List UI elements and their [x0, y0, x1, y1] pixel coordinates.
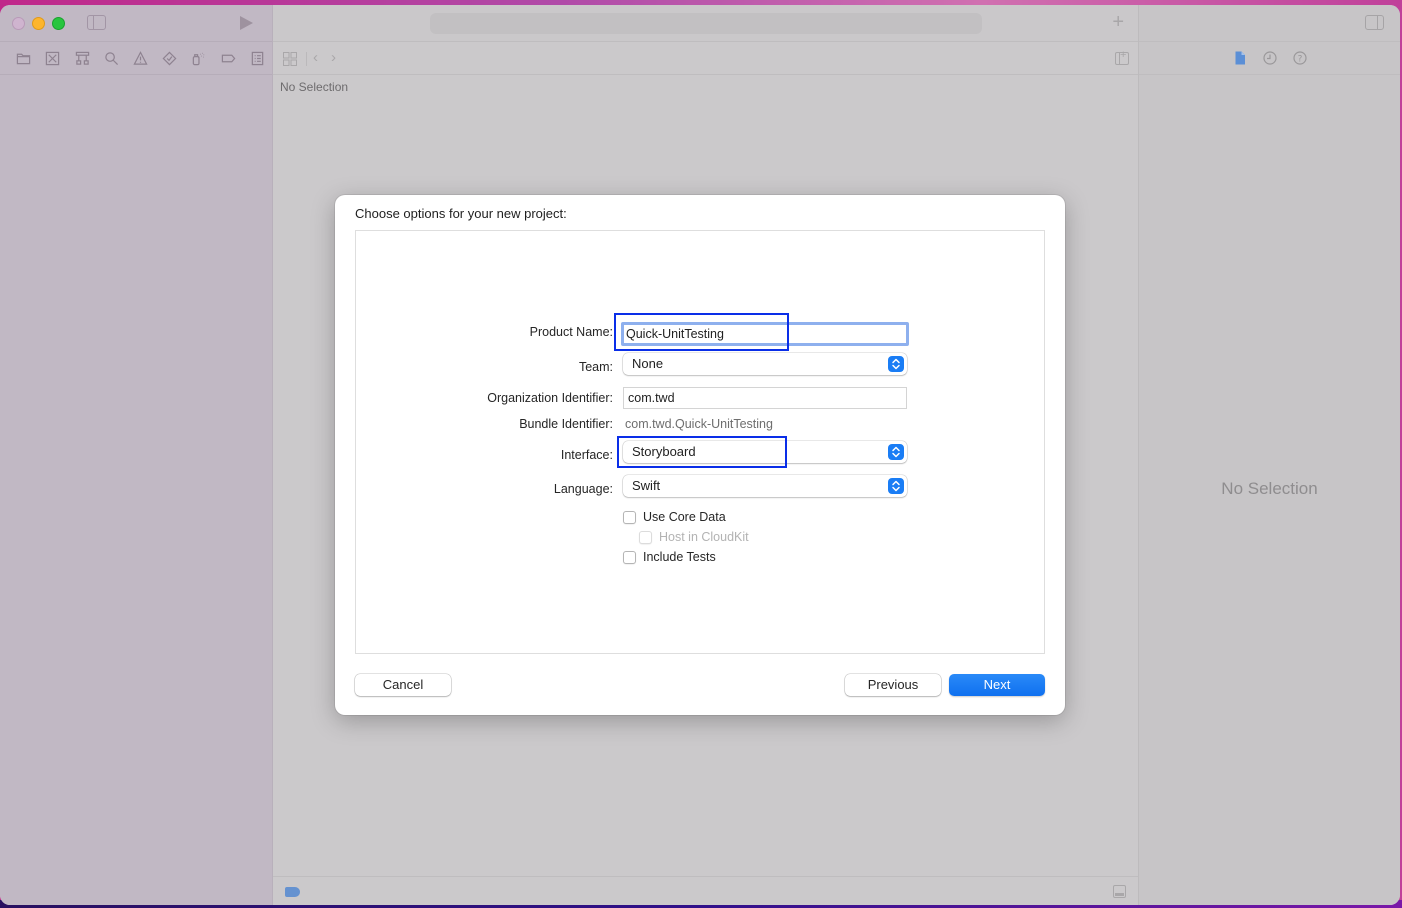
interface-popup[interactable]: Storyboard — [623, 441, 907, 463]
cancel-button[interactable]: Cancel — [355, 674, 451, 696]
search-icon[interactable] — [97, 47, 126, 69]
jump-bar: ‹ › — [273, 42, 1138, 75]
add-editor-icon[interactable] — [1115, 49, 1129, 65]
organization-identifier-row: Organization Identifier: — [356, 385, 1044, 409]
host-in-cloudkit-option: Host in CloudKit — [639, 529, 749, 545]
next-button[interactable]: Next — [949, 674, 1045, 696]
navigator-sidebar — [0, 5, 273, 905]
include-tests-label: Include Tests — [643, 550, 716, 564]
back-chevron-icon[interactable]: ‹ — [313, 49, 318, 67]
source-control-icon[interactable] — [38, 47, 67, 69]
window-titlebar-right — [1139, 5, 1400, 42]
inspector-pane: ? No Selection — [1139, 5, 1400, 905]
add-library-icon[interactable]: + — [1112, 12, 1124, 32]
zoom-window-button[interactable] — [52, 17, 65, 30]
window-titlebar-left — [0, 5, 272, 42]
product-name-field[interactable] — [621, 322, 909, 346]
inspector-tab-bar: ? — [1139, 42, 1400, 75]
new-project-options-dialog: Choose options for your new project: Pro… — [335, 195, 1065, 715]
window-titlebar-center: + — [273, 5, 1138, 42]
toggle-navigator-icon[interactable] — [87, 15, 106, 30]
folder-icon[interactable] — [9, 47, 38, 69]
interface-row: Interface: Storyboard — [356, 441, 1044, 465]
team-label: Team: — [578, 360, 613, 374]
toggle-inspector-icon[interactable] — [1365, 15, 1384, 30]
chevron-up-down-icon — [888, 356, 904, 372]
organization-identifier-field[interactable] — [623, 387, 907, 409]
include-tests-option[interactable]: Include Tests — [623, 549, 716, 565]
inspector-empty-text: No Selection — [1221, 479, 1318, 498]
interface-label: Interface: — [560, 448, 613, 462]
previous-button[interactable]: Previous — [845, 674, 941, 696]
hierarchy-icon[interactable] — [67, 47, 96, 69]
language-row: Language: Swift — [356, 475, 1044, 499]
use-core-data-checkbox[interactable] — [623, 510, 636, 524]
navigator-selector-bar — [0, 42, 272, 75]
team-row: Team: None — [356, 353, 1044, 377]
toggle-debug-area-icon[interactable] — [1113, 885, 1126, 898]
use-core-data-label: Use Core Data — [643, 510, 726, 524]
language-label: Language: — [553, 482, 613, 496]
use-core-data-option[interactable]: Use Core Data — [623, 509, 726, 525]
host-in-cloudkit-checkbox — [639, 530, 652, 544]
breakpoint-icon[interactable] — [214, 47, 243, 69]
minimize-window-button[interactable] — [32, 17, 45, 30]
bundle-identifier-value: com.twd.Quick-UnitTesting — [625, 417, 773, 431]
help-icon[interactable]: ? — [1292, 50, 1308, 66]
chevron-up-down-icon — [888, 478, 904, 494]
related-items-icon[interactable] — [283, 52, 297, 66]
debug-spray-icon[interactable] — [184, 47, 213, 69]
warning-icon[interactable] — [126, 47, 155, 69]
include-tests-checkbox[interactable] — [623, 550, 636, 564]
forward-chevron-icon[interactable]: › — [331, 49, 336, 67]
run-icon[interactable] — [240, 16, 253, 30]
bundle-identifier-row: Bundle Identifier: com.twd.Quick-UnitTes… — [356, 413, 1044, 437]
breakpoints-toggle-icon[interactable] — [285, 887, 300, 897]
team-value: None — [632, 356, 664, 371]
dialog-title: Choose options for your new project: — [355, 206, 567, 221]
test-diamond-icon[interactable] — [155, 47, 184, 69]
jump-bar-path-text: No Selection — [280, 80, 349, 94]
language-popup[interactable]: Swift — [623, 475, 907, 497]
host-in-cloudkit-label: Host in CloudKit — [659, 530, 749, 544]
close-window-button[interactable] — [12, 17, 25, 30]
bundle-identifier-label: Bundle Identifier: — [519, 417, 613, 431]
interface-value: Storyboard — [632, 444, 696, 459]
chevron-up-down-icon — [888, 444, 904, 460]
language-value: Swift — [632, 478, 661, 493]
debug-bar — [273, 876, 1138, 905]
file-inspector-icon[interactable] — [1232, 50, 1248, 66]
product-name-row: Product Name: — [356, 321, 1044, 346]
jump-bar-divider — [306, 52, 307, 66]
svg-text:?: ? — [1297, 54, 1302, 64]
options-panel: Product Name: Team: None Organization Id… — [355, 230, 1045, 654]
activity-viewer — [430, 13, 982, 34]
history-icon[interactable] — [1262, 50, 1278, 66]
product-name-label: Product Name: — [529, 325, 613, 339]
organization-identifier-label: Organization Identifier: — [487, 391, 613, 405]
team-popup[interactable]: None — [623, 353, 907, 375]
report-list-icon[interactable] — [243, 47, 272, 69]
